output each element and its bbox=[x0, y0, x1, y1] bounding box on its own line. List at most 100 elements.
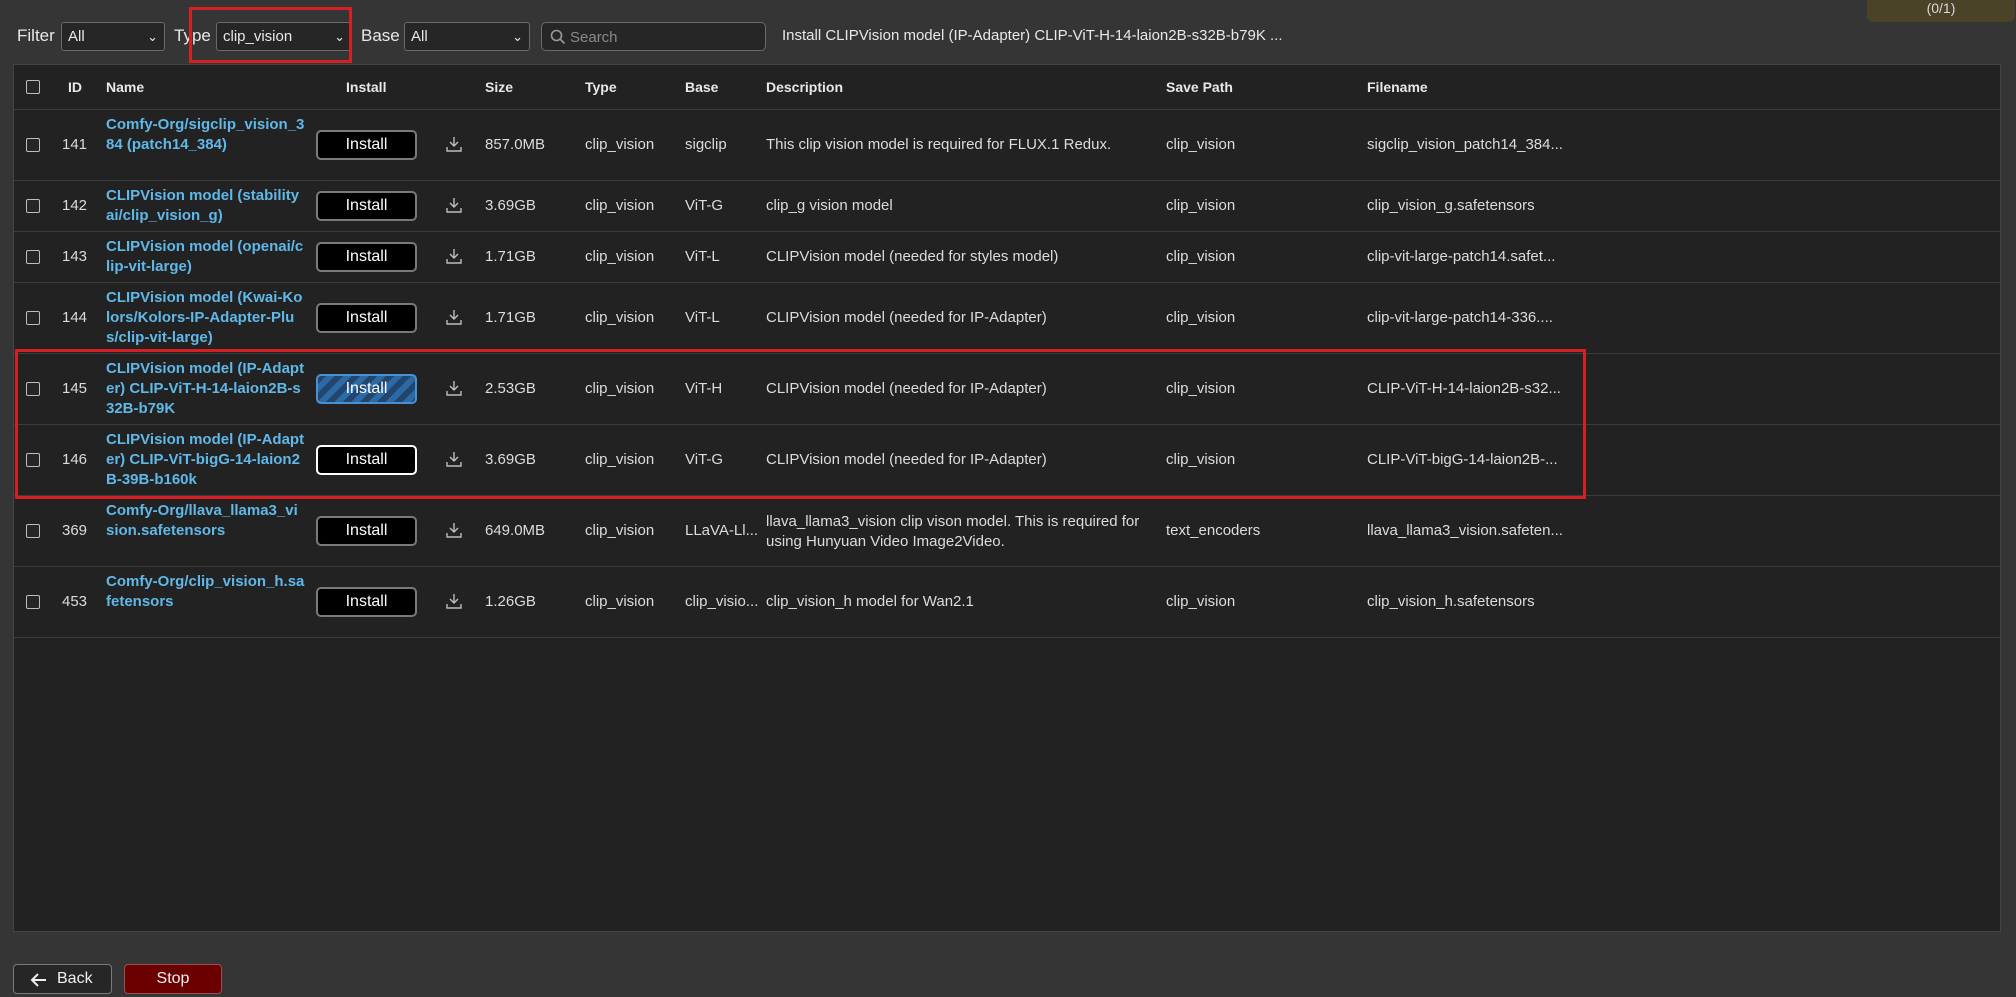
row-save-path: clip_vision bbox=[1166, 248, 1236, 265]
row-checkbox[interactable] bbox=[26, 524, 40, 538]
download-icon[interactable] bbox=[445, 247, 463, 265]
col-filename[interactable]: Filename bbox=[1367, 79, 1428, 95]
row-description: clip_g vision model bbox=[766, 197, 893, 214]
row-id: 369 bbox=[62, 522, 88, 539]
install-button[interactable]: Install bbox=[316, 587, 417, 617]
download-icon[interactable] bbox=[445, 196, 463, 214]
table-row: 141 Comfy-Org/sigclip_vision_384 (patch1… bbox=[14, 110, 2000, 181]
download-icon[interactable] bbox=[445, 450, 463, 468]
table-row: 144 CLIPVision model (Kwai-Kolors/Kolors… bbox=[14, 283, 2000, 354]
filter-select[interactable]: All ⌄ bbox=[61, 22, 165, 51]
base-select-value: All bbox=[411, 28, 428, 45]
row-id: 144 bbox=[62, 309, 88, 326]
install-button[interactable]: Install bbox=[316, 242, 417, 272]
search-input[interactable]: Search bbox=[541, 22, 766, 51]
row-name-link[interactable]: CLIPVision model (stabilityai/clip_visio… bbox=[106, 186, 306, 226]
row-checkbox[interactable] bbox=[26, 250, 40, 264]
filter-select-value: All bbox=[68, 28, 85, 45]
row-save-path: clip_vision bbox=[1166, 451, 1236, 468]
row-size: 649.0MB bbox=[485, 522, 546, 539]
row-checkbox[interactable] bbox=[26, 138, 40, 152]
arrow-left-icon bbox=[30, 973, 46, 987]
row-checkbox[interactable] bbox=[26, 453, 40, 467]
row-size: 1.71GB bbox=[485, 248, 536, 265]
col-install[interactable]: Install bbox=[346, 79, 386, 95]
col-size[interactable]: Size bbox=[485, 79, 513, 95]
back-button[interactable]: Back bbox=[13, 964, 112, 994]
row-name-link[interactable]: CLIPVision model (IP-Adapter) CLIP-ViT-H… bbox=[106, 359, 306, 419]
row-name-link[interactable]: CLIPVision model (IP-Adapter) CLIP-ViT-b… bbox=[106, 430, 306, 490]
row-description: CLIPVision model (needed for IP-Adapter) bbox=[766, 309, 1047, 326]
row-base: ViT-L bbox=[685, 309, 720, 326]
row-save-path: text_encoders bbox=[1166, 522, 1261, 539]
type-select-value: clip_vision bbox=[223, 28, 293, 45]
col-save-path[interactable]: Save Path bbox=[1166, 79, 1233, 95]
row-name-link[interactable]: Comfy-Org/llava_llama3_vision.safetensor… bbox=[106, 501, 306, 541]
row-base: ViT-G bbox=[685, 451, 724, 468]
install-button[interactable]: Install bbox=[316, 303, 417, 333]
row-id: 146 bbox=[62, 451, 88, 468]
row-checkbox[interactable] bbox=[26, 311, 40, 325]
row-filename: CLIP-ViT-bigG-14-laion2B-... bbox=[1367, 451, 1558, 468]
row-size: 2.53GB bbox=[485, 380, 536, 397]
row-name-link[interactable]: Comfy-Org/clip_vision_h.safetensors bbox=[106, 572, 306, 612]
chevron-down-icon: ⌄ bbox=[512, 29, 523, 44]
download-icon[interactable] bbox=[445, 379, 463, 397]
row-description: clip_vision_h model for Wan2.1 bbox=[766, 593, 974, 610]
row-filename: clip_vision_h.safetensors bbox=[1367, 593, 1535, 610]
table-row: 145 CLIPVision model (IP-Adapter) CLIP-V… bbox=[14, 354, 2000, 425]
table-row: 369 Comfy-Org/llava_llama3_vision.safete… bbox=[14, 496, 2000, 567]
table-row: 453 Comfy-Org/clip_vision_h.safetensors … bbox=[14, 567, 2000, 638]
row-name-link[interactable]: CLIPVision model (Kwai-Kolors/Kolors-IP-… bbox=[106, 288, 306, 348]
base-label: Base bbox=[361, 26, 400, 45]
row-type: clip_vision bbox=[585, 451, 655, 468]
row-base: ViT-G bbox=[685, 197, 724, 214]
col-base[interactable]: Base bbox=[685, 79, 718, 95]
row-description: This clip vision model is required for F… bbox=[766, 136, 1112, 153]
row-size: 1.26GB bbox=[485, 593, 536, 610]
install-button[interactable]: Install bbox=[316, 191, 417, 221]
col-type[interactable]: Type bbox=[585, 79, 617, 95]
row-save-path: clip_vision bbox=[1166, 136, 1236, 153]
row-filename: CLIP-ViT-H-14-laion2B-s32... bbox=[1367, 380, 1561, 397]
download-icon[interactable] bbox=[445, 308, 463, 326]
col-name[interactable]: Name bbox=[106, 79, 144, 95]
col-id[interactable]: ID bbox=[68, 79, 82, 95]
stop-label: Stop bbox=[156, 970, 190, 987]
row-save-path: clip_vision bbox=[1166, 197, 1236, 214]
install-button[interactable]: Install bbox=[316, 445, 417, 475]
download-icon[interactable] bbox=[445, 592, 463, 610]
row-checkbox[interactable] bbox=[26, 595, 40, 609]
row-filename: llava_llama3_vision.safeten... bbox=[1367, 522, 1563, 539]
row-base: clip_visio... bbox=[685, 593, 759, 610]
download-icon[interactable] bbox=[445, 135, 463, 153]
search-icon bbox=[550, 29, 566, 45]
col-description[interactable]: Description bbox=[766, 79, 843, 95]
row-checkbox[interactable] bbox=[26, 199, 40, 213]
row-id: 143 bbox=[62, 248, 88, 265]
table-row: 146 CLIPVision model (IP-Adapter) CLIP-V… bbox=[14, 425, 2000, 496]
download-icon[interactable] bbox=[445, 521, 463, 539]
install-button[interactable]: Install bbox=[316, 130, 417, 160]
row-filename: sigclip_vision_patch14_384... bbox=[1367, 136, 1563, 153]
model-table: ID Name Install Size Type Base Descripti… bbox=[13, 64, 2001, 932]
row-name-link[interactable]: CLIPVision model (openai/clip-vit-large) bbox=[106, 237, 306, 277]
row-id: 141 bbox=[62, 136, 88, 153]
install-status-text: Install CLIPVision model (IP-Adapter) CL… bbox=[782, 27, 1283, 44]
install-button[interactable]: Install bbox=[316, 516, 417, 546]
row-base: ViT-H bbox=[685, 380, 723, 397]
row-type: clip_vision bbox=[585, 593, 655, 610]
row-description: CLIPVision model (needed for styles mode… bbox=[766, 248, 1059, 265]
row-description: llava_llama3_vision clip vison model. Th… bbox=[766, 513, 1140, 550]
stop-button[interactable]: Stop bbox=[124, 964, 222, 994]
back-label: Back bbox=[57, 970, 93, 987]
row-base: sigclip bbox=[685, 136, 727, 153]
base-select[interactable]: All ⌄ bbox=[404, 22, 530, 51]
select-all-checkbox[interactable] bbox=[26, 80, 40, 94]
row-size: 857.0MB bbox=[485, 136, 546, 153]
install-button-in-progress[interactable]: Install bbox=[316, 374, 417, 404]
row-type: clip_vision bbox=[585, 380, 655, 397]
row-name-link[interactable]: Comfy-Org/sigclip_vision_384 (patch14_38… bbox=[106, 115, 306, 155]
row-checkbox[interactable] bbox=[26, 382, 40, 396]
type-select[interactable]: clip_vision ⌄ bbox=[216, 22, 352, 51]
